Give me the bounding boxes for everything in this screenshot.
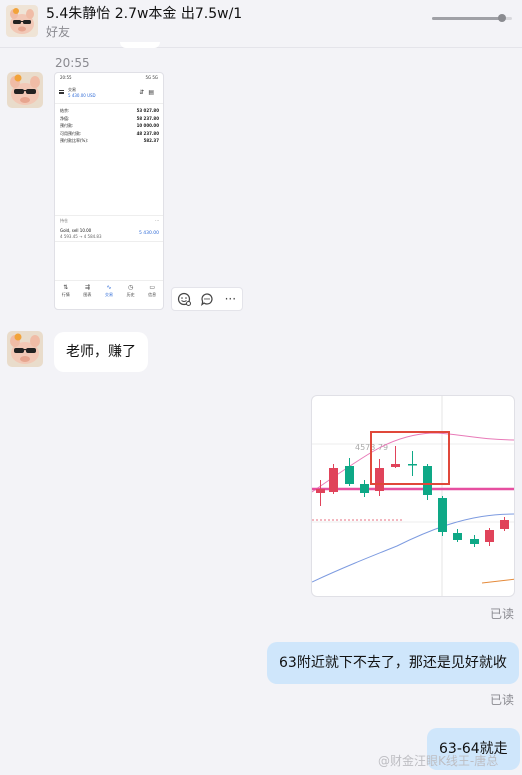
divider xyxy=(55,241,163,242)
account-row-label: 预付款比率(%): xyxy=(60,138,89,144)
status-time: 20:55 xyxy=(60,75,72,80)
nav-item: ▭ 信息 xyxy=(143,283,161,303)
nav-item-icon: ▭ xyxy=(149,284,155,291)
divider xyxy=(55,280,163,281)
indicator-line xyxy=(481,578,514,584)
candlestick-chart: 4573.79 xyxy=(312,396,514,596)
account-row-value: 58 237.80 xyxy=(136,115,159,121)
account-row-label: 可用预付款: xyxy=(60,130,82,136)
watermark: @财金汪眼K线王-唐总 xyxy=(378,754,499,768)
candle-body xyxy=(423,466,432,495)
account-row: 净值: 58 237.80 xyxy=(60,115,159,123)
contact-name: 5.4朱静怡 2.7w本金 出7.5w/1 xyxy=(46,6,243,22)
account-row: 可用预付款: 48 237.80 xyxy=(60,130,159,138)
chat-scroll-track[interactable] xyxy=(432,14,512,22)
balance-value: 5 430.00 USD xyxy=(68,93,96,98)
message-bubble-received[interactable]: 老师，赚了 xyxy=(54,332,148,372)
position-row: Gold, sell 10.00 4 593.45 → 4 584.83 5 4… xyxy=(60,228,159,239)
chat-header: 5.4朱静怡 2.7w本金 出7.5w/1 好友 xyxy=(0,0,522,48)
candle-body xyxy=(391,464,400,467)
account-row-value: 10 000.00 xyxy=(136,123,159,129)
message-time: 20:55 xyxy=(55,56,90,70)
candle-body xyxy=(345,466,354,484)
positions-label: 持仓 xyxy=(60,218,68,223)
positions-header: 持仓 ··· xyxy=(60,218,159,224)
read-status: 已读 xyxy=(490,693,515,707)
account-row: 预付款: 10 000.00 xyxy=(60,122,159,130)
nav-item-label: 历史 xyxy=(126,292,135,297)
emoji-reaction-icon[interactable] xyxy=(175,290,193,308)
account-row-value: 582.37 xyxy=(143,138,159,144)
bottom-nav: ⇅ 行情 ⇶ 图表 ∿ 交易 ◷ 历史 ▭ 信息 xyxy=(55,283,163,303)
nav-item: ⇶ 图表 xyxy=(78,283,96,303)
candle-body xyxy=(453,533,462,540)
candle-body xyxy=(500,520,509,529)
status-signal: 5G 5G xyxy=(145,75,158,80)
more-icon: ··· xyxy=(155,218,159,223)
nav-item-icon: ◷ xyxy=(127,284,134,291)
nav-item-label: 图表 xyxy=(83,292,92,297)
candle-body xyxy=(375,468,384,491)
sender-avatar[interactable] xyxy=(7,72,43,108)
account-row-value: 53 027.80 xyxy=(136,108,159,113)
divider xyxy=(55,215,163,216)
contact-subtitle: 好友 xyxy=(46,25,71,39)
account-row: 预付款比率(%): 582.37 xyxy=(60,137,159,145)
moving-average-blue xyxy=(312,513,514,583)
sender-avatar[interactable] xyxy=(7,331,43,367)
account-row-value: 48 237.80 xyxy=(136,130,159,136)
nav-item: ⇅ 行情 xyxy=(57,283,75,303)
previous-bubble-edge xyxy=(120,42,160,48)
more-options-icon[interactable]: ··· xyxy=(221,290,239,308)
candle-body xyxy=(408,464,417,466)
reply-comment-icon[interactable] xyxy=(198,290,216,308)
candle-body xyxy=(360,484,369,493)
account-row-label: 预付款: xyxy=(60,123,74,129)
candles xyxy=(316,446,509,547)
nav-item-icon: ⇶ xyxy=(84,284,90,291)
nav-item-icon: ∿ xyxy=(106,284,112,291)
trading-app-screenshot[interactable]: 20:55 5G 5G 交易 5 430.00 USD ⇵▤ 结余: 53 027… xyxy=(54,72,164,310)
account-row-label: 净值: xyxy=(60,115,70,121)
status-bar: 20:55 5G 5G xyxy=(60,75,158,83)
candle-body xyxy=(329,468,338,492)
account-row-label: 结余: xyxy=(60,108,70,113)
candlestick-chart-image[interactable]: 4573.79 xyxy=(311,395,515,597)
candle-body xyxy=(316,489,325,493)
account-row: 结余: 53 027.80 xyxy=(60,107,159,115)
message-bubble-sent[interactable]: 63附近就下不去了，那还是见好就收 xyxy=(267,642,519,684)
candle-body xyxy=(438,498,447,532)
nav-item: ∿ 交易 xyxy=(100,283,118,303)
menu-icon xyxy=(59,90,64,94)
chat-scroll-fill xyxy=(432,17,503,20)
account-summary: 结余: 53 027.80 净值: 58 237.80 预付款: 10 000.00 可用预… xyxy=(60,107,159,145)
divider xyxy=(55,103,163,104)
nav-item-label: 信息 xyxy=(148,292,157,297)
nav-item: ◷ 历史 xyxy=(122,283,140,303)
sort-and-new-order-icons: ⇵▤ xyxy=(139,89,158,96)
read-status: 已读 xyxy=(490,607,515,621)
candle-body xyxy=(485,530,494,542)
nav-item-label: 交易 xyxy=(104,292,113,297)
message-actions: ··· xyxy=(171,287,243,311)
contact-avatar[interactable] xyxy=(6,5,38,37)
position-profit: 5 430.00 xyxy=(138,231,159,236)
chat-scroll-handle[interactable] xyxy=(498,14,507,22)
nav-item-icon: ⇅ xyxy=(63,284,69,291)
nav-item-label: 行情 xyxy=(61,292,70,297)
candle-body xyxy=(470,539,479,544)
